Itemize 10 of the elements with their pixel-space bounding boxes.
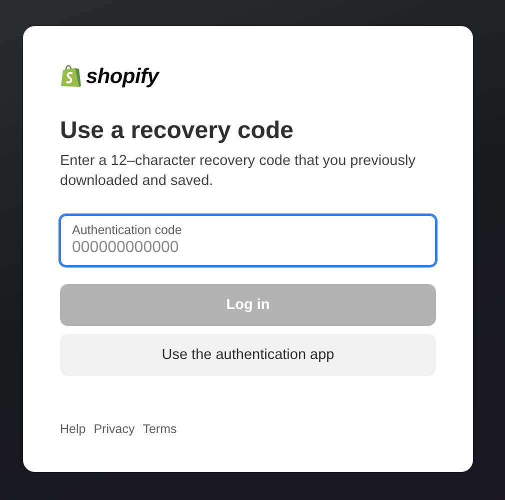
footer-link[interactable]: Terms <box>142 422 177 436</box>
footer-link[interactable]: Privacy <box>94 422 135 436</box>
page-heading: Use a recovery code <box>60 117 294 145</box>
authentication-app-button[interactable]: Use the authentication app <box>60 334 436 376</box>
authentication-code-field[interactable]: Authentication code 000000000000 <box>60 215 436 266</box>
brand-name: shopify <box>86 64 159 88</box>
shopping-bag-icon <box>60 64 82 89</box>
footer-link[interactable]: Help <box>60 422 86 436</box>
field-label: Authentication code <box>72 223 183 237</box>
description: Enter a 12–character recovery code that you previously downloaded and saved. <box>60 152 416 191</box>
